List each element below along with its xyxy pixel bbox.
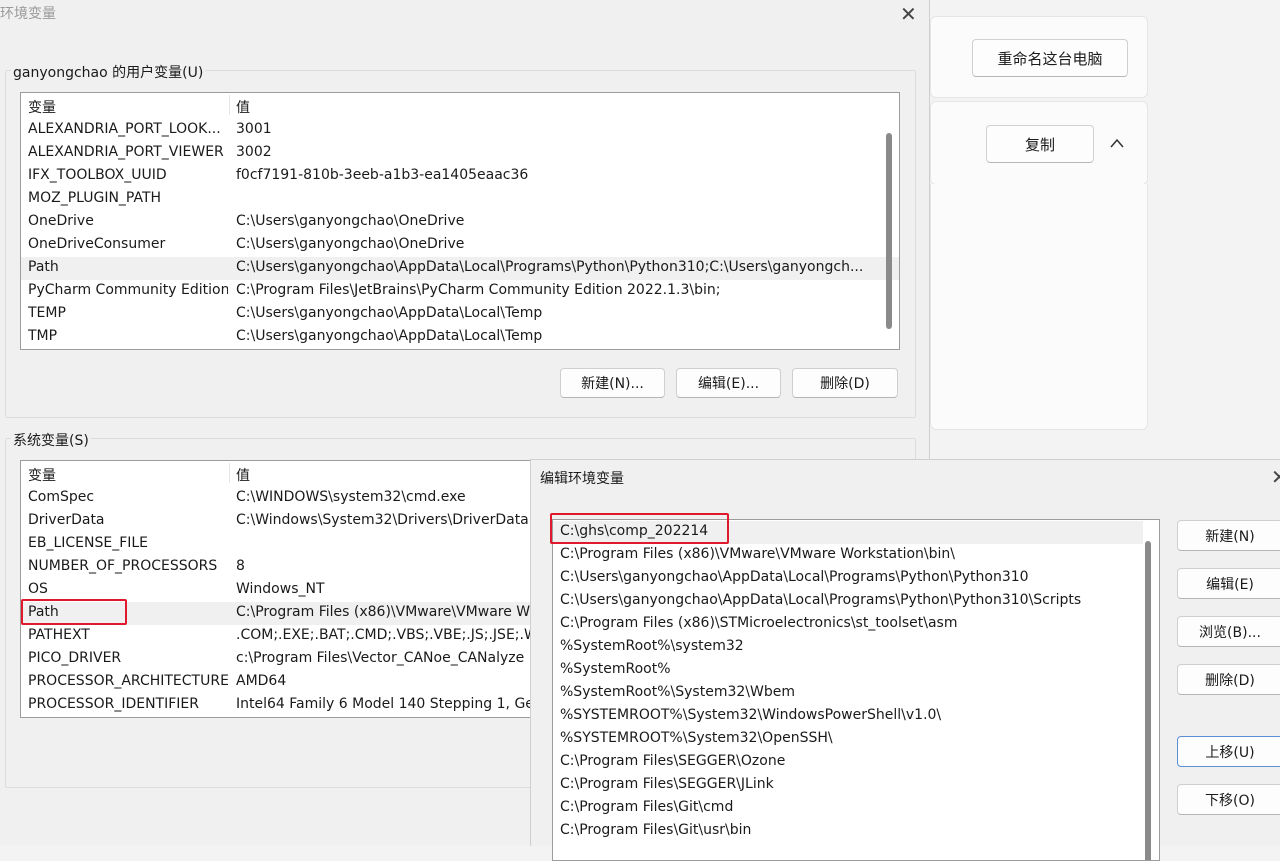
variable-name: NUMBER_OF_PROCESSORS (28, 558, 218, 574)
rename-card: 重命名这台电脑 (930, 16, 1148, 98)
variable-name: PATHEXT (28, 627, 90, 643)
path-entry[interactable]: C:\Users\ganyongchao\AppData\Local\Progr… (553, 590, 1143, 613)
path-move-up-button[interactable]: 上移(U) (1177, 736, 1280, 767)
variable-value: C:\Users\ganyongchao\AppData\Local\Temp (236, 305, 543, 321)
first-path-highlight-box (550, 513, 729, 544)
path-entry[interactable]: %SYSTEMROOT%\System32\OpenSSH\ (553, 728, 1143, 751)
system-variables-label: 系统变量(S) (11, 430, 91, 450)
path-entry[interactable]: C:\Program Files (x86)\STMicroelectronic… (553, 613, 1143, 636)
path-edit-button[interactable]: 编辑(E) (1177, 568, 1280, 599)
edit-environment-variable-dialog: 编辑环境变量 ✕ C:\ghs\comp_202214 C:\Program Fi… (530, 459, 1280, 861)
user-delete-button[interactable]: 删除(D) (792, 368, 898, 398)
path-browse-button[interactable]: 浏览(B)... (1177, 616, 1280, 647)
table-row[interactable]: OneDriveConsumer C:\Users\ganyongchao\One… (21, 234, 899, 257)
path-entry[interactable]: %SystemRoot% (553, 659, 1143, 682)
device-spec-card: 复制 (930, 101, 1148, 185)
table-row[interactable]: PyCharm Community Edition C:\Program File… (21, 280, 899, 303)
table-row[interactable]: TMP C:\Users\ganyongchao\AppData\Local\Te… (21, 326, 899, 349)
path-new-button[interactable]: 新建(N) (1177, 520, 1280, 551)
table-row[interactable]: TEMP C:\Users\ganyongchao\AppData\Local\T… (21, 303, 899, 326)
path-entry-text: %SystemRoot% (560, 661, 671, 677)
path-entry-text: %SystemRoot%\system32 (560, 638, 744, 654)
variable-name: PyCharm Community Edition (28, 282, 228, 298)
variable-name: EB_LICENSE_FILE (28, 535, 149, 551)
close-icon[interactable]: ✕ (1271, 465, 1280, 489)
header-value[interactable]: 值 (236, 97, 250, 117)
variable-value: C:\Program Files\JetBrains\PyCharm Commu… (236, 282, 721, 298)
variable-name: OneDrive (28, 213, 94, 229)
path-entry-text: C:\Program Files\SEGGER\Ozone (560, 753, 786, 769)
edit-dialog-title: 编辑环境变量 (540, 471, 624, 487)
variable-name: MOZ_PLUGIN_PATH (28, 190, 162, 206)
variable-value: C:\Users\ganyongchao\OneDrive (236, 213, 465, 229)
path-entry[interactable]: C:\Users\ganyongchao\AppData\Local\Progr… (553, 567, 1143, 590)
path-entries-list[interactable]: C:\ghs\comp_202214 C:\Program Files (x86)… (552, 519, 1160, 861)
variable-name: IFX_TOOLBOX_UUID (28, 167, 167, 183)
variable-value: C:\Users\ganyongchao\OneDrive (236, 236, 465, 252)
path-list-scrollbar[interactable] (1145, 541, 1151, 860)
device-spec-body (930, 184, 1148, 430)
user-variables-list[interactable]: 变量 值 ALEXANDRIA_PORT_LOOK... 3001 ALEXANDR… (20, 92, 900, 350)
path-entry-text: C:\Program Files (x86)\VMware\VMware Wor… (560, 546, 956, 562)
variable-name: DriverData (28, 512, 105, 528)
path-entry-text: C:\Program Files\SEGGER\JLink (560, 776, 774, 792)
variable-name: OS (28, 581, 48, 597)
table-row[interactable]: OneDrive C:\Users\ganyongchao\OneDrive (21, 211, 899, 234)
header-variable[interactable]: 变量 (28, 465, 56, 485)
table-row[interactable]: ALEXANDRIA_PORT_VIEWER 3002 (21, 142, 899, 165)
table-row[interactable]: MOZ_PLUGIN_PATH (21, 188, 899, 211)
header-variable[interactable]: 变量 (28, 97, 56, 117)
user-edit-button[interactable]: 编辑(E)... (676, 368, 781, 398)
path-entry-text: C:\Users\ganyongchao\AppData\Local\Progr… (560, 569, 1029, 585)
path-entry-text: %SystemRoot%\System32\Wbem (560, 684, 795, 700)
variable-value: f0cf7191-810b-3eeb-a1b3-ea1405eaac36 (236, 167, 529, 183)
variable-value: 3001 (236, 121, 272, 137)
table-row[interactable]: ALEXANDRIA_PORT_LOOK... 3001 (21, 119, 899, 142)
variable-name: PROCESSOR_ARCHITECTURE (28, 673, 228, 689)
path-entry-text: C:\Program Files (x86)\STMicroelectronic… (560, 615, 958, 631)
path-entry[interactable]: %SystemRoot%\System32\Wbem (553, 682, 1143, 705)
variable-name: ALEXANDRIA_PORT_LOOK... (28, 121, 221, 137)
path-entry-text: C:\Program Files\Git\usr\bin (560, 822, 752, 838)
path-entry-text: %SYSTEMROOT%\System32\OpenSSH\ (560, 730, 833, 746)
path-entry-text: %SYSTEMROOT%\System32\WindowsPowerShell\… (560, 707, 942, 723)
path-move-down-button[interactable]: 下移(O) (1177, 784, 1280, 815)
variable-name: ComSpec (28, 489, 95, 505)
path-highlight-box (21, 599, 127, 625)
header-value[interactable]: 值 (236, 465, 250, 485)
path-entry[interactable]: C:\Program Files (x86)\VMware\VMware Wor… (553, 544, 1143, 567)
path-entry[interactable]: C:\Program Files\SEGGER\JLink (553, 774, 1143, 797)
user-list-scrollbar[interactable] (886, 133, 892, 329)
variable-value: 3002 (236, 144, 272, 160)
path-delete-button[interactable]: 删除(D) (1177, 664, 1280, 695)
copy-button[interactable]: 复制 (986, 125, 1094, 163)
close-icon[interactable]: ✕ (900, 2, 917, 26)
path-entry[interactable]: C:\Program Files\SEGGER\Ozone (553, 751, 1143, 774)
path-entry-text: C:\Program Files\Git\cmd (560, 799, 734, 815)
dialog-title: 环境变量 (0, 6, 56, 22)
path-entry[interactable]: C:\Program Files\Git\cmd (553, 797, 1143, 820)
list-header: 变量 值 (21, 93, 899, 117)
user-new-button[interactable]: 新建(N)... (560, 368, 665, 398)
table-row[interactable]: Path C:\Users\ganyongchao\AppData\Local\P… (21, 257, 899, 280)
variable-value: C:\Users\ganyongchao\AppData\Local\Progr… (236, 259, 864, 275)
variable-name: PICO_DRIVER (28, 650, 122, 666)
variable-name: TEMP (28, 305, 66, 321)
path-entry-text: C:\Users\ganyongchao\AppData\Local\Progr… (560, 592, 1082, 608)
rename-pc-button[interactable]: 重命名这台电脑 (972, 39, 1128, 77)
variable-name: PROCESSOR_IDENTIFIER (28, 696, 199, 712)
variable-name: OneDriveConsumer (28, 236, 166, 252)
user-variables-label: ganyongchao 的用户变量(U) (11, 62, 206, 82)
path-entry[interactable]: C:\Program Files\Git\usr\bin (553, 820, 1143, 843)
variable-name: Path (28, 259, 59, 275)
path-entry[interactable]: %SYSTEMROOT%\System32\WindowsPowerShell\… (553, 705, 1143, 728)
path-entry[interactable]: %SystemRoot%\system32 (553, 636, 1143, 659)
table-row[interactable]: IFX_TOOLBOX_UUID f0cf7191-810b-3eeb-a1b3-… (21, 165, 899, 188)
variable-name: ALEXANDRIA_PORT_VIEWER (28, 144, 224, 160)
variable-value: C:\Users\ganyongchao\AppData\Local\Temp (236, 328, 543, 344)
variable-name: TMP (28, 328, 58, 344)
chevron-up-icon[interactable] (1109, 137, 1125, 149)
